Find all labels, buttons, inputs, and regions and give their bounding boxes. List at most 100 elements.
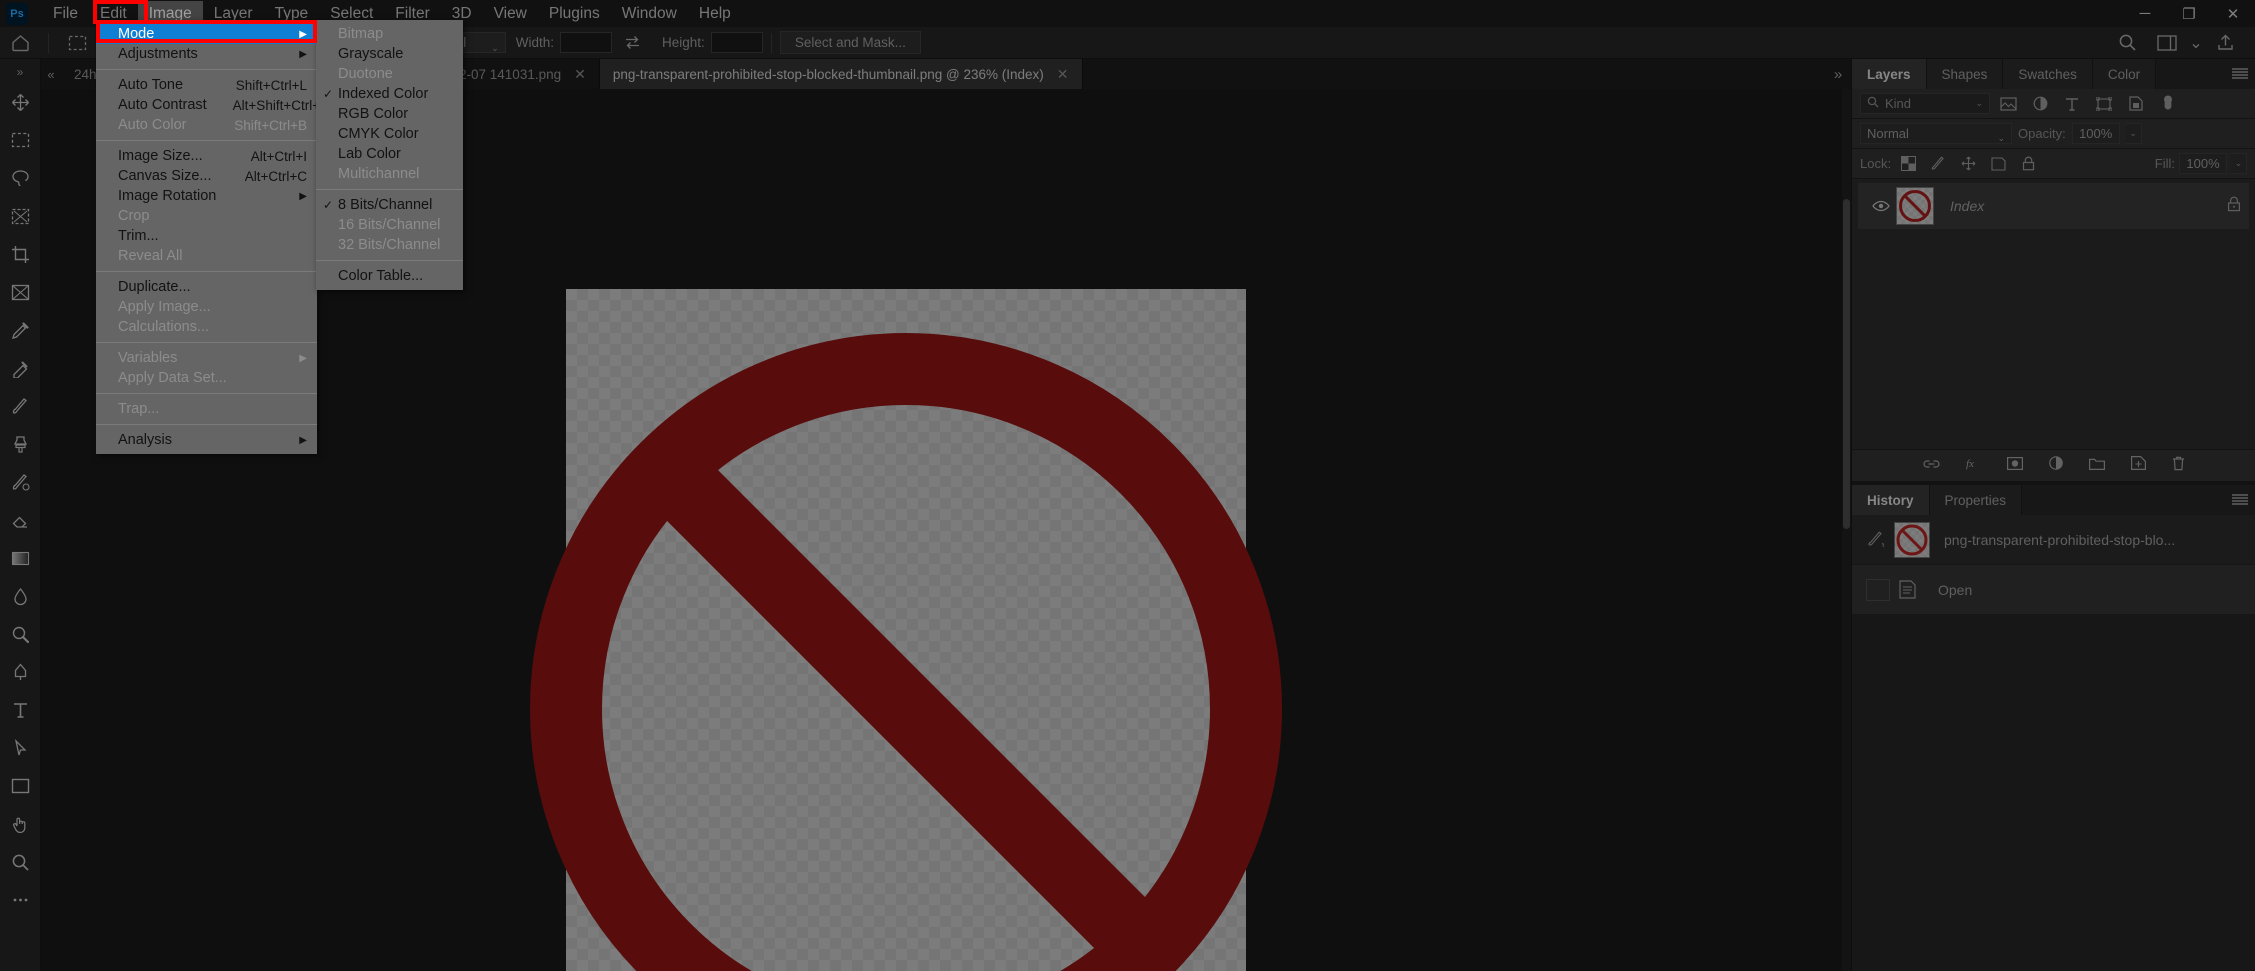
menu-item-analysis[interactable]: Analysis ▶ xyxy=(96,430,317,450)
layer-visibility-eye-icon[interactable] xyxy=(1866,200,1896,212)
menu-file[interactable]: File xyxy=(42,1,89,27)
swap-dimensions-icon[interactable] xyxy=(612,27,652,59)
toolbar-expand-chevron-icon[interactable]: » xyxy=(17,65,24,83)
menu-item-trim[interactable]: Trim... xyxy=(96,226,317,246)
close-window-button[interactable]: ✕ xyxy=(2211,0,2255,27)
delete-layer-icon[interactable] xyxy=(2172,456,2185,476)
panel-menu-icon[interactable] xyxy=(2225,59,2255,89)
close-tab-icon[interactable]: ✕ xyxy=(1057,66,1069,83)
share-icon[interactable] xyxy=(2205,27,2245,59)
menu-help[interactable]: Help xyxy=(688,1,742,27)
lock-all-icon[interactable] xyxy=(2015,152,2041,176)
link-layers-icon[interactable] xyxy=(1922,457,1940,475)
snapshot-brush-icon[interactable] xyxy=(1860,531,1894,549)
scrollbar-thumb[interactable] xyxy=(1843,199,1850,529)
tab-overflow-icon[interactable]: » xyxy=(1825,59,1851,89)
history-brush-tool[interactable] xyxy=(1,463,39,501)
mode-item-cmyk-color[interactable]: CMYK Color xyxy=(316,124,463,144)
rectangular-marquee-tool[interactable] xyxy=(1,121,39,159)
search-icon[interactable] xyxy=(2107,27,2147,59)
lasso-tool[interactable] xyxy=(1,159,39,197)
tab-swatches[interactable]: Swatches xyxy=(2003,59,2093,89)
width-input[interactable] xyxy=(560,32,613,53)
menu-item-adjustments[interactable]: Adjustments ▶ xyxy=(96,44,317,64)
menu-item-canvas-size[interactable]: Canvas Size... Alt+Ctrl+C xyxy=(96,166,317,186)
opacity-input[interactable]: 100% xyxy=(2071,123,2120,144)
mode-item-rgb-color[interactable]: RGB Color xyxy=(316,104,463,124)
edit-toolbar-icon[interactable] xyxy=(1,881,39,919)
move-tool[interactable] xyxy=(1,83,39,121)
clone-stamp-tool[interactable] xyxy=(1,425,39,463)
eyedropper-tool[interactable] xyxy=(1,311,39,349)
menu-item-image-rotation[interactable]: Image Rotation ▶ xyxy=(96,186,317,206)
add-layer-mask-icon[interactable] xyxy=(2006,456,2023,475)
menu-window[interactable]: Window xyxy=(611,1,688,27)
object-selection-tool[interactable] xyxy=(1,197,39,235)
new-layer-icon[interactable] xyxy=(2130,456,2146,475)
tab-history[interactable]: History xyxy=(1852,485,1930,515)
mode-item-grayscale[interactable]: Grayscale xyxy=(316,44,463,64)
gradient-tool[interactable] xyxy=(1,539,39,577)
dodge-tool[interactable] xyxy=(1,615,39,653)
height-input[interactable] xyxy=(710,32,763,53)
tab-shapes[interactable]: Shapes xyxy=(1926,59,2004,89)
close-tab-icon[interactable]: ✕ xyxy=(574,66,586,83)
mode-submenu-dropdown[interactable]: Bitmap Grayscale Duotone ✓ Indexed Color… xyxy=(316,20,463,290)
filter-toggle-icon[interactable] xyxy=(2154,92,2182,116)
mode-item-color-table[interactable]: Color Table... xyxy=(316,266,463,286)
fill-input[interactable]: 100% xyxy=(2179,153,2227,174)
type-filter-icon[interactable] xyxy=(2058,92,2086,116)
menu-item-auto-tone[interactable]: Auto Tone Shift+Ctrl+L xyxy=(96,75,317,95)
maximize-restore-button[interactable]: ❐ xyxy=(2167,0,2211,27)
lock-transparent-pixels-icon[interactable] xyxy=(1895,152,1921,176)
mode-item-indexed-color[interactable]: ✓ Indexed Color xyxy=(316,84,463,104)
layer-style-fx-icon[interactable]: fx xyxy=(1966,456,1981,475)
menu-item-image-size[interactable]: Image Size... Alt+Ctrl+I xyxy=(96,146,317,166)
select-and-mask-button[interactable]: Select and Mask... xyxy=(779,31,921,54)
crop-tool[interactable] xyxy=(1,235,39,273)
fill-chevron-icon[interactable]: ⌄ xyxy=(2231,153,2247,174)
lock-artboard-nesting-icon[interactable] xyxy=(1985,152,2011,176)
menu-item-duplicate[interactable]: Duplicate... xyxy=(96,277,317,297)
shape-filter-icon[interactable] xyxy=(2090,92,2118,116)
path-selection-tool[interactable] xyxy=(1,729,39,767)
smart-object-filter-icon[interactable] xyxy=(2122,92,2150,116)
tab-color[interactable]: Color xyxy=(2092,59,2157,89)
horizontal-type-tool[interactable] xyxy=(1,691,39,729)
document-canvas[interactable] xyxy=(530,289,1282,971)
workspace-chevron-icon[interactable]: ⌄ xyxy=(2187,27,2205,59)
home-icon[interactable] xyxy=(0,27,40,59)
new-group-icon[interactable] xyxy=(2088,457,2105,475)
panel-menu-icon[interactable] xyxy=(2225,485,2255,515)
marquee-tool-icon[interactable] xyxy=(57,27,97,59)
frame-tool[interactable] xyxy=(1,273,39,311)
brush-tool[interactable] xyxy=(1,387,39,425)
menu-item-auto-contrast[interactable]: Auto Contrast Alt+Shift+Ctrl+L xyxy=(96,95,328,115)
menu-view[interactable]: View xyxy=(483,1,538,27)
eraser-tool[interactable] xyxy=(1,501,39,539)
tab-layers[interactable]: Layers xyxy=(1852,59,1927,89)
layer-thumbnail[interactable] xyxy=(1896,187,1934,225)
opacity-chevron-icon[interactable]: ⌄ xyxy=(2125,123,2142,144)
pen-tool[interactable] xyxy=(1,653,39,691)
minimize-button[interactable]: ─ xyxy=(2123,0,2167,27)
layer-row-index[interactable]: Index xyxy=(1858,183,2249,229)
menu-item-mode[interactable]: Mode ▶ xyxy=(96,24,317,44)
canvas-vertical-scrollbar[interactable] xyxy=(1842,89,1851,971)
menu-plugins[interactable]: Plugins xyxy=(538,1,611,27)
tab-properties[interactable]: Properties xyxy=(1929,485,2023,515)
layer-name[interactable]: Index xyxy=(1950,198,1984,214)
rectangle-tool[interactable] xyxy=(1,767,39,805)
document-tab-3[interactable]: png-transparent-prohibited-stop-blocked-… xyxy=(599,59,1083,89)
hand-tool[interactable] xyxy=(1,805,39,843)
layer-filter-kind-select[interactable]: Kind ⌄ xyxy=(1860,93,1990,114)
mode-item-8-bits-channel[interactable]: ✓ 8 Bits/Channel xyxy=(316,195,463,215)
blur-tool[interactable] xyxy=(1,577,39,615)
history-entry-open[interactable]: Open xyxy=(1852,565,2255,615)
history-snapshot-toggle[interactable] xyxy=(1866,578,1890,601)
workspace-icon[interactable] xyxy=(2147,27,2187,59)
pixel-filter-icon[interactable] xyxy=(1994,92,2022,116)
adjustment-layer-icon[interactable] xyxy=(2048,456,2063,475)
adjustment-filter-icon[interactable] xyxy=(2026,92,2054,116)
spot-healing-brush-tool[interactable] xyxy=(1,349,39,387)
